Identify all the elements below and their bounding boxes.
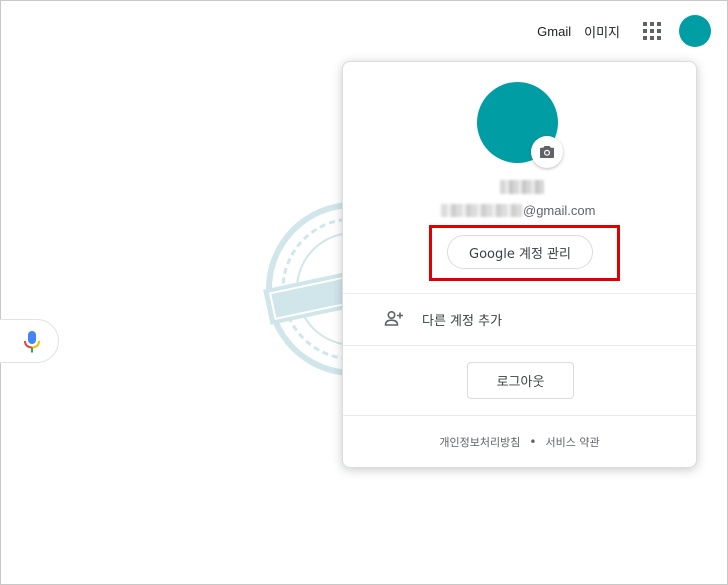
apps-dot xyxy=(657,29,661,33)
account-popup: @gmail.com Google 계정 관리 다른 계정 추가 로그아웃 개인… xyxy=(342,61,697,468)
images-link[interactable]: 이미지 xyxy=(584,22,620,41)
terms-of-service-link[interactable]: 서비스 약관 xyxy=(545,434,599,450)
apps-dot xyxy=(650,22,654,26)
gmail-link[interactable]: Gmail xyxy=(537,24,571,39)
email-username-redacted xyxy=(441,203,523,217)
add-person-icon xyxy=(384,310,403,326)
change-photo-button[interactable] xyxy=(531,136,563,168)
popup-footer: 개인정보처리방침 • 서비스 약관 xyxy=(343,432,696,452)
email-domain: @gmail.com xyxy=(523,202,596,218)
apps-dot xyxy=(650,29,654,33)
apps-dot xyxy=(643,22,647,26)
search-box[interactable] xyxy=(0,319,59,363)
microphone-icon[interactable] xyxy=(22,330,42,354)
apps-dot xyxy=(657,22,661,26)
apps-dot xyxy=(643,36,647,40)
manage-account-button[interactable]: Google 계정 관리 xyxy=(447,235,593,269)
apps-dot xyxy=(650,36,654,40)
account-name-redacted xyxy=(500,180,544,194)
add-account-label: 다른 계정 추가 xyxy=(422,313,503,329)
top-bar: Gmail 이미지 xyxy=(537,15,711,47)
apps-grid-icon[interactable] xyxy=(640,19,664,43)
divider xyxy=(343,415,696,416)
privacy-policy-link[interactable]: 개인정보처리방침 xyxy=(439,434,520,450)
account-email: @gmail.com xyxy=(441,201,595,219)
camera-icon xyxy=(540,146,554,158)
apps-dot xyxy=(643,29,647,33)
logout-button[interactable]: 로그아웃 xyxy=(467,362,574,399)
add-account-item[interactable]: 다른 계정 추가 xyxy=(343,294,696,344)
footer-separator: • xyxy=(529,435,537,449)
divider xyxy=(343,345,696,346)
browser-viewport: Gmail 이미지 @gmail.com Google 계정 관리 다른 계정 … xyxy=(0,0,728,585)
apps-dot xyxy=(657,36,661,40)
account-avatar-button[interactable] xyxy=(679,15,711,47)
